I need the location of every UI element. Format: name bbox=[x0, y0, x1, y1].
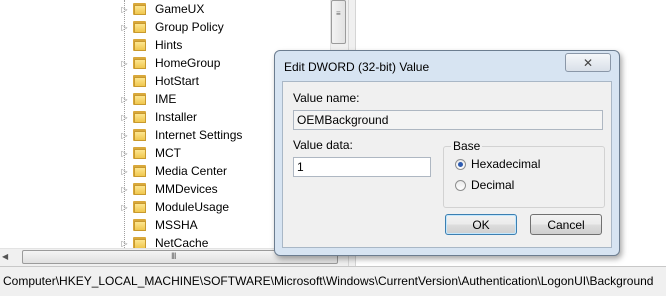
cancel-button[interactable]: Cancel bbox=[530, 214, 602, 235]
expand-arrow-icon[interactable]: ▷ bbox=[120, 54, 129, 72]
folder-icon bbox=[131, 182, 149, 196]
tree-item-label: Hints bbox=[155, 38, 183, 52]
decimal-radio[interactable]: Decimal bbox=[455, 178, 514, 192]
tree-item-label: Internet Settings bbox=[155, 128, 243, 142]
grip-icon: ≡ bbox=[336, 9, 341, 18]
grip-icon: III bbox=[171, 251, 176, 261]
folder-icon bbox=[131, 20, 149, 34]
radio-unselected-icon bbox=[455, 179, 466, 191]
folder-icon bbox=[131, 164, 149, 178]
tree-item-hotstart[interactable]: HotStart bbox=[120, 72, 199, 90]
tree-item-label: MMDevices bbox=[155, 182, 218, 196]
folder-icon bbox=[131, 236, 149, 248]
expand-arrow-icon[interactable]: ▷ bbox=[120, 180, 129, 198]
folder-icon bbox=[131, 128, 149, 142]
value-name-field: OEMBackground bbox=[293, 110, 603, 130]
folder-icon bbox=[131, 2, 149, 16]
expand-arrow-icon[interactable]: ▷ bbox=[120, 162, 129, 180]
tree-item-label: NetCache bbox=[155, 236, 209, 248]
tree-vertical-scroll-thumb[interactable]: ≡ bbox=[331, 0, 346, 44]
tree-item-label: MSSHA bbox=[155, 218, 198, 232]
ok-button[interactable]: OK bbox=[445, 214, 517, 235]
value-data-label: Value data: bbox=[293, 138, 353, 152]
status-bar: Computer\HKEY_LOCAL_MACHINE\SOFTWARE\Mic… bbox=[0, 266, 666, 296]
tree-item-moduleusage[interactable]: ▷ ModuleUsage bbox=[120, 198, 229, 216]
tree-item-media-center[interactable]: ▷ Media Center bbox=[120, 162, 227, 180]
close-button[interactable]: ✕ bbox=[565, 53, 611, 72]
dialog-body: Value name: OEMBackground Value data: 1 … bbox=[282, 81, 612, 248]
tree-item-label: Group Policy bbox=[155, 20, 224, 34]
tree-item-label: IME bbox=[155, 92, 177, 106]
scroll-left-arrow-icon[interactable]: ◀ bbox=[2, 252, 8, 261]
value-name-label: Value name: bbox=[293, 91, 360, 105]
folder-icon bbox=[131, 92, 149, 106]
close-icon: ✕ bbox=[582, 55, 594, 70]
tree-item-mssha[interactable]: MSSHA bbox=[120, 216, 198, 234]
tree-item-mct[interactable]: ▷ MCT bbox=[120, 144, 181, 162]
folder-icon bbox=[131, 74, 149, 88]
tree-item-label: MCT bbox=[155, 146, 181, 160]
expand-arrow-icon[interactable]: ▷ bbox=[120, 90, 129, 108]
hexadecimal-label: Hexadecimal bbox=[471, 157, 541, 171]
folder-icon bbox=[131, 200, 149, 214]
registry-key-path: Computer\HKEY_LOCAL_MACHINE\SOFTWARE\Mic… bbox=[3, 274, 654, 288]
value-data-input[interactable]: 1 bbox=[293, 157, 431, 177]
tree-item-netcache[interactable]: ▷ NetCache bbox=[120, 234, 208, 248]
hexadecimal-radio[interactable]: Hexadecimal bbox=[455, 157, 540, 171]
tree-item-label: GameUX bbox=[155, 2, 205, 16]
folder-icon bbox=[131, 146, 149, 160]
base-label: Base bbox=[451, 139, 483, 153]
tree-item-homegroup[interactable]: ▷ HomeGroup bbox=[120, 54, 220, 72]
expand-arrow-icon[interactable]: ▷ bbox=[120, 0, 129, 18]
tree-item-label: Media Center bbox=[155, 164, 228, 178]
tree-item-label: HomeGroup bbox=[155, 56, 221, 70]
expand-arrow-icon[interactable]: ▷ bbox=[120, 234, 129, 248]
tree-item-installer[interactable]: ▷ Installer bbox=[120, 108, 197, 126]
tree-item-label: Installer bbox=[155, 110, 198, 124]
folder-icon bbox=[131, 56, 149, 70]
tree-item-ime[interactable]: ▷ IME bbox=[120, 90, 176, 108]
tree-item-label: HotStart bbox=[155, 74, 200, 88]
tree-item-mmdevices[interactable]: ▷ MMDevices bbox=[120, 180, 218, 198]
expand-arrow-icon[interactable]: ▷ bbox=[120, 18, 129, 36]
folder-icon bbox=[131, 110, 149, 124]
radio-selected-icon bbox=[455, 158, 466, 170]
base-group-box bbox=[443, 146, 605, 208]
expand-arrow-icon[interactable]: ▷ bbox=[120, 144, 129, 162]
folder-icon bbox=[131, 38, 149, 52]
expand-arrow-icon[interactable]: ▷ bbox=[120, 198, 129, 216]
tree-item-gameux[interactable]: ▷ GameUX bbox=[120, 0, 204, 18]
folder-icon bbox=[131, 218, 149, 232]
expand-arrow-icon[interactable]: ▷ bbox=[120, 126, 129, 144]
tree-item-group-policy[interactable]: ▷ Group Policy bbox=[120, 18, 224, 36]
decimal-label: Decimal bbox=[471, 178, 515, 192]
tree-item-hints[interactable]: Hints bbox=[120, 36, 182, 54]
expand-arrow-icon[interactable]: ▷ bbox=[120, 108, 129, 126]
edit-dword-dialog: Edit DWORD (32-bit) Value ✕ Value name: … bbox=[274, 50, 620, 256]
tree-item-internet-settings[interactable]: ▷ Internet Settings bbox=[120, 126, 242, 144]
tree-item-label: ModuleUsage bbox=[155, 200, 230, 214]
dialog-title: Edit DWORD (32-bit) Value bbox=[284, 60, 430, 74]
